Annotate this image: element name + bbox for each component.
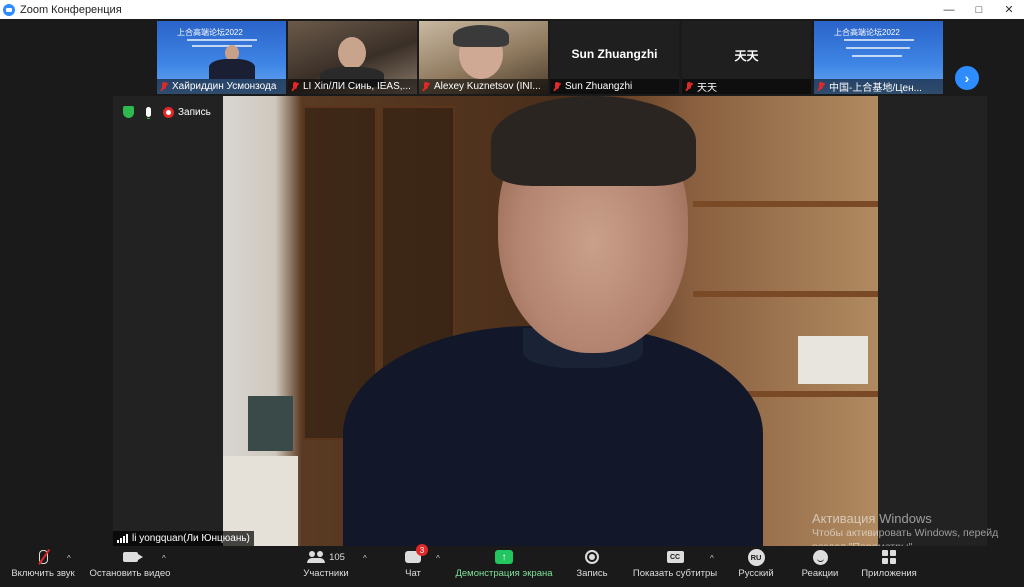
poster-title: 上合高端论坛2022	[177, 28, 243, 37]
stop-video-button[interactable]: Остановить видео	[88, 546, 172, 587]
meeting-toolbar: Включить звук ^ Остановить видео ^ 105 У…	[0, 544, 1024, 587]
record-label: Запись	[576, 568, 608, 579]
captions-button[interactable]: CC Показать субтитры	[630, 546, 720, 587]
mic-muted-icon	[685, 81, 693, 92]
participant-tile[interactable]: 上合高端论坛2022 中国-上合基地/Цен...	[814, 21, 943, 94]
mic-muted-icon	[422, 81, 430, 92]
record-button[interactable]: Запись	[572, 546, 612, 587]
participant-strip: 上合高端论坛2022 Хайриддин Усмонзода LI Xin/ЛИ…	[0, 21, 1024, 94]
recording-icon	[163, 106, 174, 118]
activation-line: Чтобы активировать Windows, перейд	[812, 527, 999, 539]
reactions-button[interactable]: Реакции	[800, 546, 840, 587]
participants-icon	[307, 551, 326, 563]
speaker-name-label: li yongquan(Ли Юнцюань)	[113, 531, 254, 546]
participant-video	[338, 37, 366, 69]
chevron-up-icon[interactable]: ^	[162, 554, 166, 563]
zoom-logo-icon	[3, 3, 15, 16]
participant-tile[interactable]: Sun Zhuangzhi Sun Zhuangzhi	[550, 21, 679, 94]
participant-name: 天天	[697, 83, 717, 94]
speaker-hair	[491, 96, 696, 186]
chat-label: Чат	[405, 568, 421, 579]
meeting-indicators: Запись	[123, 106, 211, 119]
chevron-up-icon[interactable]: ^	[363, 554, 367, 563]
apps-button[interactable]: Приложения	[858, 546, 920, 587]
speaker-name: li yongquan(Ли Юнцюань)	[132, 533, 250, 544]
participants-count: 105	[329, 551, 345, 563]
language-label: Русский	[738, 568, 774, 579]
reactions-label: Реакции	[801, 568, 839, 579]
window-title: Zoom Конференция	[20, 3, 122, 16]
participant-name-bar: 中国-上合基地/Цен...	[814, 79, 943, 94]
chevron-up-icon[interactable]: ^	[67, 554, 71, 563]
smile-icon	[812, 549, 828, 565]
recording-label[interactable]: Запись	[178, 107, 211, 118]
mic-muted-icon	[38, 550, 48, 564]
share-screen-button[interactable]: ↑ Демонстрация экрана	[452, 546, 556, 587]
participant-name: LI Xin/ЛИ Синь, IEAS,...	[303, 81, 411, 92]
chat-badge: 3	[416, 544, 428, 556]
participant-name-bar: 天天	[682, 79, 811, 94]
participant-name: Alexey Kuznetsov (INI...	[434, 81, 541, 92]
poster-title: 上合高端论坛2022	[834, 28, 900, 37]
signal-strength-icon	[117, 534, 128, 543]
participant-center-name: 天天	[734, 49, 759, 63]
participant-name: Хайриддин Усмонзода	[172, 81, 277, 92]
language-icon: RU	[747, 548, 765, 566]
shelf-frame	[798, 336, 868, 384]
activation-title: Активация Windows	[812, 511, 932, 526]
share-screen-label: Демонстрация экрана	[455, 568, 553, 579]
minimize-button[interactable]: —	[934, 0, 964, 19]
captions-label: Показать субтитры	[632, 568, 718, 579]
participant-video	[209, 59, 255, 79]
participants-button[interactable]: 105 Участники	[298, 546, 354, 587]
language-button[interactable]: RU Русский	[736, 546, 776, 587]
camera-icon	[122, 552, 143, 562]
close-button[interactable]: ✕	[994, 0, 1024, 19]
apps-grid-icon	[882, 550, 896, 564]
participant-name-bar: Хайриддин Усмонзода	[157, 79, 286, 94]
chat-button[interactable]: 3 Чат	[398, 544, 428, 587]
share-screen-icon: ↑	[495, 550, 513, 564]
participant-tile[interactable]: 上合高端论坛2022 Хайриддин Усмонзода	[157, 21, 286, 94]
poster-line	[846, 47, 910, 49]
participant-name-bar: Alexey Kuznetsov (INI...	[419, 79, 548, 94]
next-page-button[interactable]: ›	[955, 66, 979, 90]
chevron-up-icon[interactable]: ^	[436, 554, 440, 563]
participant-name: Sun Zhuangzhi	[565, 81, 633, 92]
unmute-label: Включить звук	[11, 568, 75, 579]
captions-icon: CC	[666, 551, 684, 563]
shelf	[693, 291, 878, 297]
mic-muted-icon	[817, 81, 825, 92]
main-video-area: Запись	[113, 96, 987, 546]
participants-label: Участники	[303, 568, 349, 579]
mic-icon	[146, 107, 151, 119]
apps-label: Приложения	[861, 568, 917, 579]
book	[248, 396, 293, 451]
record-icon	[585, 550, 599, 564]
stop-video-label: Остановить видео	[89, 568, 171, 579]
mic-muted-icon	[160, 81, 168, 92]
window-titlebar: Zoom Конференция — □ ✕	[0, 0, 1024, 19]
participant-name: 中国-上合基地/Цен...	[829, 83, 922, 94]
participant-video	[453, 25, 509, 47]
shield-icon[interactable]	[123, 106, 134, 118]
participant-name-bar: LI Xin/ЛИ Синь, IEAS,...	[288, 79, 417, 94]
participant-name-bar: Sun Zhuangzhi	[550, 79, 679, 94]
mic-muted-icon	[553, 81, 561, 92]
chevron-right-icon: ›	[964, 70, 970, 86]
poster-line	[192, 45, 252, 47]
shelf	[693, 201, 878, 207]
speaker-video	[223, 96, 878, 546]
participant-tile[interactable]: 天天 天天	[682, 21, 811, 94]
participant-center-name: Sun Zhuangzhi	[571, 47, 658, 61]
participant-tile[interactable]: Alexey Kuznetsov (INI...	[419, 21, 548, 94]
maximize-button[interactable]: □	[964, 0, 994, 19]
poster-line	[844, 39, 914, 41]
chevron-up-icon[interactable]: ^	[710, 554, 714, 563]
poster-line	[187, 39, 257, 41]
poster-line	[852, 55, 902, 57]
participant-tile[interactable]: LI Xin/ЛИ Синь, IEAS,...	[288, 21, 417, 94]
mic-muted-icon	[291, 81, 299, 92]
unmute-button[interactable]: Включить звук	[8, 546, 78, 587]
